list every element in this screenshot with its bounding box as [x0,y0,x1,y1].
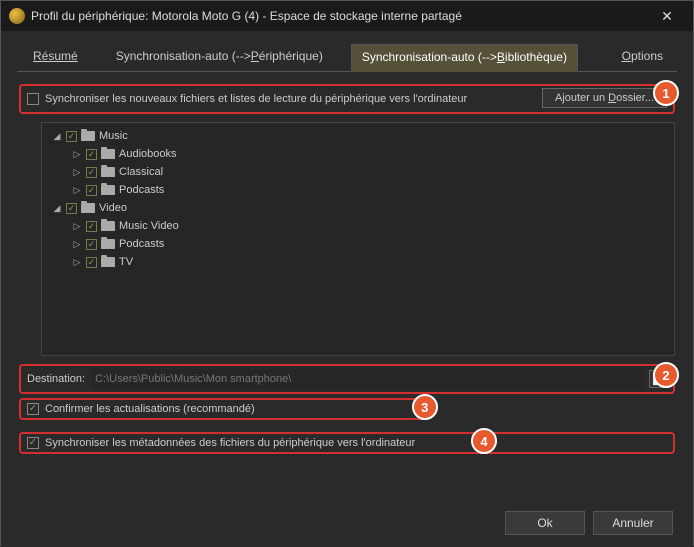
tab-options[interactable]: Options [612,44,673,72]
tree-label: Music Video [119,220,179,232]
tree-checkbox[interactable] [86,257,97,268]
cancel-button[interactable]: Annuler [593,511,673,535]
tree-checkbox[interactable] [66,131,77,142]
badge-2: 2 [653,362,679,388]
tree-checkbox[interactable] [86,221,97,232]
add-folder-button[interactable]: Ajouter un Dossier... [542,88,667,108]
folder-icon [101,257,115,267]
tree-label: Podcasts [119,184,164,196]
folder-tree[interactable]: ◢Music ▷Audiobooks ▷Classical ▷Podcasts … [41,122,675,356]
tree-checkbox[interactable] [66,203,77,214]
confirm-updates-checkbox[interactable] [27,403,39,415]
tab-sync-to-device[interactable]: Synchronisation-auto (-->Périphérique) [106,44,333,72]
folder-icon [101,221,115,231]
close-button[interactable]: ✕ [647,1,687,31]
destination-label: Destination: [27,373,85,385]
sync-metadata-checkbox[interactable] [27,437,39,449]
expand-icon[interactable]: ▷ [72,185,82,196]
tree-label: TV [119,256,133,268]
tab-resume[interactable]: Résumé [23,44,88,72]
expand-icon[interactable]: ▷ [72,167,82,178]
sync-files-label: Synchroniser les nouveaux fichiers et li… [45,93,467,105]
badge-3: 3 [412,394,438,420]
confirm-updates-label: Confirmer les actualisations (recommandé… [45,403,255,415]
expand-icon[interactable]: ▷ [72,221,82,232]
window-title: Profil du périphérique: Motorola Moto G … [31,9,647,23]
badge-1: 1 [653,80,679,106]
highlight-4: 4 Synchroniser les métadonnées des fichi… [19,432,675,454]
expand-icon[interactable]: ▷ [72,257,82,268]
badge-4: 4 [471,428,497,454]
tree-checkbox[interactable] [86,239,97,250]
highlight-1: 1 Synchroniser les nouveaux fichiers et … [19,84,675,114]
tree-checkbox[interactable] [86,167,97,178]
folder-icon [101,239,115,249]
sync-files-checkbox[interactable] [27,93,39,105]
expand-icon[interactable]: ▷ [72,149,82,160]
tree-checkbox[interactable] [86,149,97,160]
highlight-2: 2 Destination: 📄 [19,364,675,394]
ok-button[interactable]: Ok [505,511,585,535]
collapse-icon[interactable]: ◢ [52,203,62,214]
folder-icon [101,149,115,159]
tree-label: Audiobooks [119,148,177,160]
tree-label: Classical [119,166,163,178]
tab-bar: Résumé Synchronisation-auto (-->Périphér… [17,43,677,72]
app-icon [9,8,25,24]
sync-metadata-label: Synchroniser les métadonnées des fichier… [45,437,415,449]
expand-icon[interactable]: ▷ [72,239,82,250]
folder-icon [81,131,95,141]
folder-icon [81,203,95,213]
highlight-3: 3 Confirmer les actualisations (recomman… [19,398,426,420]
tree-checkbox[interactable] [86,185,97,196]
tree-label: Video [99,202,127,214]
folder-icon [101,185,115,195]
destination-input[interactable] [91,369,643,389]
tree-label: Podcasts [119,238,164,250]
collapse-icon[interactable]: ◢ [52,131,62,142]
tree-label: Music [99,130,128,142]
folder-icon [101,167,115,177]
tab-sync-to-library[interactable]: Synchronisation-auto (-->Bibliothèque) [351,44,578,72]
